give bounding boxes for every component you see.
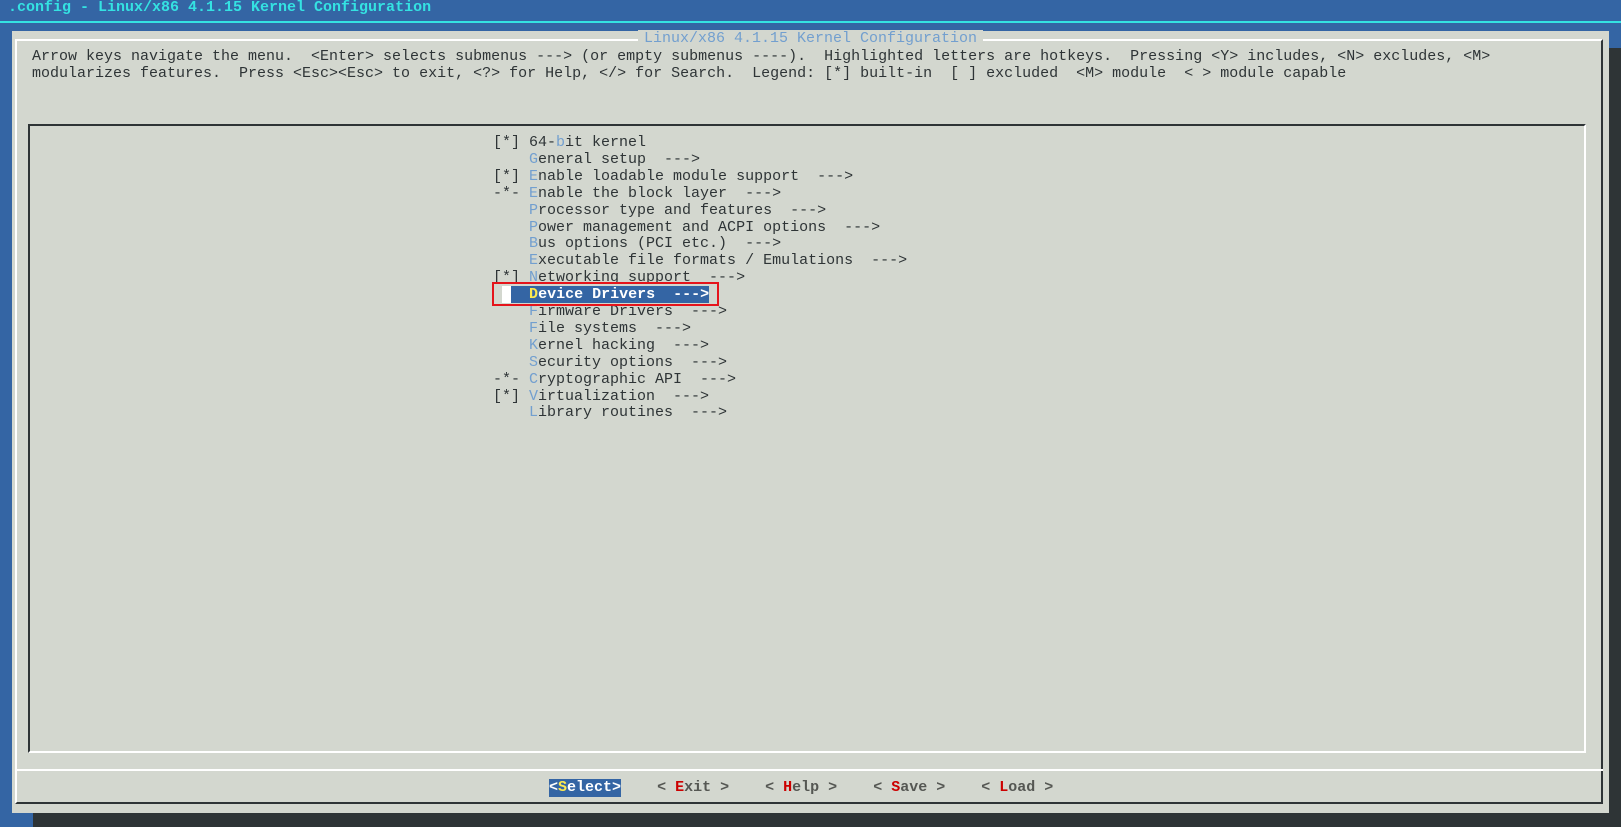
menu-item-label: ile systems ---> (538, 319, 692, 337)
menu-item-label: 64- (529, 134, 557, 151)
menu-item-label: nable loadable module support ---> (538, 167, 854, 185)
menu-item-hotkey: b (556, 134, 566, 151)
menu-item-state (493, 219, 529, 236)
button-select[interactable]: <Select> (549, 779, 622, 797)
window-title: .config - Linux/x86 4.1.15 Kernel Config… (8, 0, 432, 16)
menu-item-hotkey: S (529, 353, 539, 371)
help-text-line: Arrow keys navigate the menu. <Enter> se… (32, 48, 1491, 65)
button-bar: <Select> < Exit > < Help > < Save > < Load > (549, 779, 1089, 797)
button-separator (15, 769, 1603, 771)
menu-item-state (493, 252, 529, 269)
menu-item-state: -*- (493, 184, 530, 202)
help-text-line: modularizes features. Press <Esc><Esc> t… (32, 65, 1347, 82)
menu-item-state: -*- (493, 370, 530, 388)
menu-item-label: xecutable file formats / Emulations ---> (538, 252, 908, 270)
menu-item[interactable]: [*] Virtualization ---> (493, 388, 709, 405)
menu-item-label: irtualization ---> (538, 387, 710, 405)
menu-item[interactable]: Executable file formats / Emulations ---… (493, 252, 907, 269)
bracket: < (765, 779, 784, 796)
menu-item[interactable]: Power management and ACPI options ---> (493, 219, 880, 236)
dialog-shadow (33, 813, 1621, 827)
menu-item[interactable]: File systems ---> (493, 320, 691, 337)
button-label: oad (1008, 779, 1036, 796)
button-help[interactable]: < Help > (765, 779, 837, 797)
menu-item-state: [*] (493, 134, 530, 151)
bracket: < (549, 779, 559, 796)
menu-item-hotkey: P (529, 218, 539, 236)
menu-item-label: rocessor type and features ---> (538, 201, 827, 219)
menu-item-state (493, 354, 529, 371)
bracket: > (1035, 779, 1054, 796)
menu-item-state (493, 404, 529, 421)
menu-item[interactable]: [*] 64-bit kernel (493, 134, 646, 151)
menu-item[interactable]: Bus options (PCI etc.) ---> (493, 235, 781, 252)
bracket: > (927, 779, 946, 796)
menu-item[interactable]: Library routines ---> (493, 404, 727, 421)
menu-item-hotkey: E (529, 167, 539, 185)
button-label: elp (792, 779, 820, 796)
button-load[interactable]: < Load > (981, 779, 1053, 797)
menu-item-label: ryptographic API ---> (538, 370, 737, 388)
button-label: xit (684, 779, 712, 796)
menu-item-hotkey: L (529, 404, 539, 422)
dialog-shadow (1609, 48, 1621, 827)
menu-item-label: it kernel (565, 134, 647, 151)
menu-item[interactable]: Processor type and features ---> (493, 202, 826, 219)
menu-item-state: [*] (493, 387, 530, 405)
menu-item-state (493, 202, 529, 219)
button-label: ave (900, 779, 928, 796)
menu-item-hotkey: F (529, 319, 539, 337)
menu-item-hotkey: B (529, 235, 539, 253)
menu-item-state (493, 235, 529, 252)
menu-item-label: ecurity options ---> (538, 353, 728, 371)
menu-item-hotkey: G (529, 150, 539, 168)
menu-item[interactable]: General setup ---> (493, 151, 700, 168)
button-exit[interactable]: < Exit > (657, 779, 729, 797)
menu-item[interactable]: -*- Cryptographic API ---> (493, 371, 736, 388)
button-hotkey: H (783, 779, 793, 796)
menu-item-hotkey: P (529, 201, 539, 219)
button-hotkey: S (891, 779, 901, 796)
bracket: > (612, 779, 622, 796)
menu-item-label: us options (PCI etc.) ---> (538, 235, 782, 253)
menu-item[interactable]: -*- Enable the block layer ---> (493, 185, 781, 202)
menu-item-state (493, 337, 529, 354)
dialog-title-text: Linux/x86 4.1.15 Kernel Configuration (637, 30, 984, 47)
menu-item-hotkey: V (529, 387, 539, 405)
menu-item-label: ower management and ACPI options ---> (538, 218, 881, 236)
menu-item-label: ibrary routines ---> (538, 404, 728, 422)
menu-item-label: nable the block layer ---> (538, 184, 782, 202)
button-hotkey: L (999, 779, 1009, 796)
button-save[interactable]: < Save > (873, 779, 945, 797)
button-hotkey: S (558, 779, 568, 796)
menu-item[interactable]: Kernel hacking ---> (493, 337, 709, 354)
bracket: > (711, 779, 730, 796)
menu-item-label: eneral setup ---> (538, 150, 701, 168)
button-label: elect (567, 779, 613, 796)
menu-item[interactable]: Security options ---> (493, 354, 727, 371)
menu-item-hotkey: E (529, 184, 539, 202)
bracket: > (819, 779, 838, 796)
menu-item-state (493, 320, 529, 337)
menu-item-hotkey: C (529, 370, 539, 388)
annotation-highlight-box (492, 282, 719, 306)
menu-item[interactable]: [*] Enable loadable module support ---> (493, 168, 853, 185)
title-divider (0, 21, 1621, 23)
menu-item-state (493, 151, 529, 168)
dialog-title: Linux/x86 4.1.15 Kernel Configuration (0, 30, 1621, 47)
menu-item-state: [*] (493, 167, 530, 185)
bracket: < (981, 779, 1000, 796)
menu-item-label: ernel hacking ---> (538, 336, 710, 354)
menu-item-hotkey: K (529, 336, 539, 354)
menu-item-hotkey: E (529, 252, 539, 270)
bracket: < (873, 779, 892, 796)
button-hotkey: E (675, 779, 685, 796)
bracket: < (657, 779, 676, 796)
